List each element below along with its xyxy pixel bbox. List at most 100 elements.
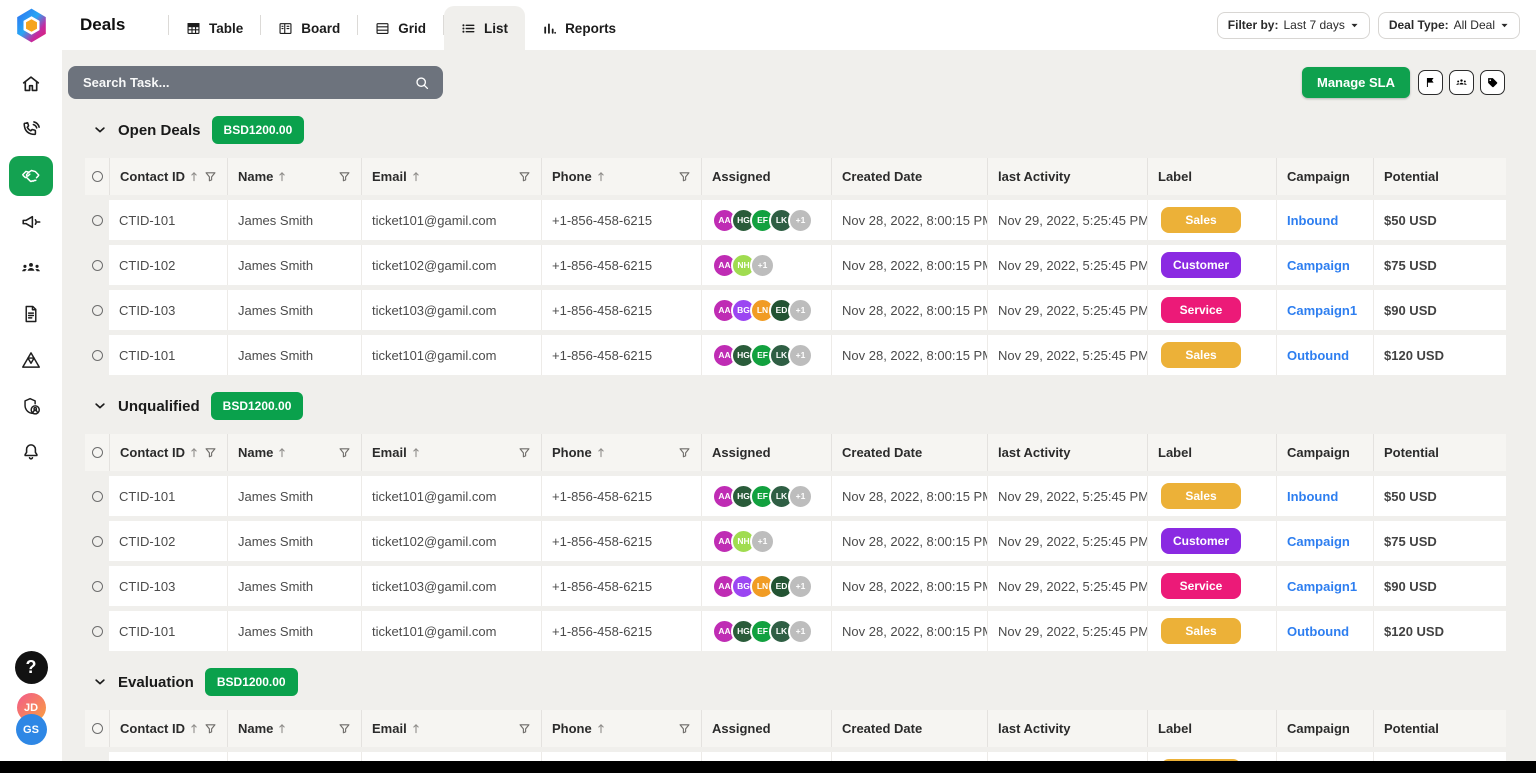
label-chip[interactable]: Customer — [1161, 528, 1241, 554]
table-row[interactable]: CTID-101James Smithticket101@gamil.com+1… — [85, 752, 1506, 761]
sidebar-item-deals[interactable] — [9, 156, 53, 196]
select-all-radio[interactable] — [92, 723, 103, 734]
campaign-link[interactable]: Inbound — [1287, 213, 1338, 228]
campaign-link[interactable]: Inbound — [1287, 489, 1338, 504]
table-row[interactable]: CTID-102James Smithticket102@gamil.com+1… — [85, 521, 1506, 561]
sort-asc-icon[interactable] — [596, 170, 606, 183]
sort-asc-icon[interactable] — [411, 446, 421, 459]
contact-id-cell: CTID-101 — [109, 611, 227, 651]
row-radio[interactable] — [92, 305, 103, 316]
sort-asc-icon[interactable] — [189, 170, 199, 183]
filter-icon[interactable] — [678, 170, 691, 183]
sort-asc-icon[interactable] — [411, 722, 421, 735]
filter-icon[interactable] — [338, 722, 351, 735]
row-radio[interactable] — [92, 626, 103, 637]
label-chip[interactable]: Sales — [1161, 483, 1241, 509]
chevron-down-icon[interactable] — [93, 399, 107, 413]
sort-asc-icon[interactable] — [277, 722, 287, 735]
tab-grid[interactable]: Grid — [358, 6, 443, 50]
filter-icon[interactable] — [518, 446, 531, 459]
campaign-link[interactable]: Campaign — [1287, 534, 1350, 549]
campaign-link[interactable]: Campaign1 — [1287, 303, 1357, 318]
sort-asc-icon[interactable] — [277, 170, 287, 183]
tab-board[interactable]: Board — [261, 6, 357, 50]
table-row[interactable]: CTID-102James Smithticket102@gamil.com+1… — [85, 245, 1506, 285]
tag-button[interactable] — [1480, 70, 1505, 95]
avatar-chip[interactable]: +1 — [788, 484, 813, 509]
sidebar-item-team[interactable] — [9, 248, 53, 288]
user-avatar-gs[interactable]: GS — [16, 714, 47, 745]
sidebar-item-documents[interactable] — [9, 294, 53, 334]
filter-icon[interactable] — [204, 170, 217, 183]
row-radio[interactable] — [92, 215, 103, 226]
sort-asc-icon[interactable] — [189, 722, 199, 735]
tab-reports[interactable]: Reports — [525, 6, 633, 50]
table-row[interactable]: CTID-101James Smithticket101@gamil.com+1… — [85, 476, 1506, 516]
row-radio[interactable] — [92, 536, 103, 547]
row-radio[interactable] — [92, 581, 103, 592]
sort-asc-icon[interactable] — [277, 446, 287, 459]
avatar-chip[interactable]: +1 — [788, 298, 813, 323]
avatar-chip[interactable]: +1 — [788, 574, 813, 599]
sidebar-item-announcements[interactable] — [9, 202, 53, 242]
topbar-filters: Filter by:Last 7 days Deal Type:All Deal — [1217, 12, 1536, 39]
row-radio[interactable] — [92, 491, 103, 502]
avatar-chip[interactable]: +1 — [750, 253, 775, 278]
sidebar-item-notifications[interactable] — [9, 432, 53, 472]
campaign-link[interactable]: Outbound — [1287, 624, 1349, 639]
tab-list[interactable]: List — [444, 6, 525, 50]
avatar-chip[interactable]: +1 — [750, 529, 775, 554]
filter-icon[interactable] — [518, 170, 531, 183]
app-logo[interactable] — [13, 0, 50, 50]
potential-cell: $120 USD — [1373, 611, 1506, 651]
table-row[interactable]: CTID-101James Smithticket101@gamil.com+1… — [85, 200, 1506, 240]
avatar-chip[interactable]: +1 — [788, 343, 813, 368]
select-all-radio[interactable] — [92, 447, 103, 458]
avatar-chip[interactable]: +1 — [788, 208, 813, 233]
sort-asc-icon[interactable] — [596, 722, 606, 735]
row-radio[interactable] — [92, 350, 103, 361]
row-radio[interactable] — [92, 260, 103, 271]
filter-icon[interactable] — [678, 722, 691, 735]
sort-asc-icon[interactable] — [189, 446, 199, 459]
label-cell: Customer — [1147, 521, 1276, 561]
label-chip[interactable]: Sales — [1161, 342, 1241, 368]
campaign-link[interactable]: Campaign — [1287, 258, 1350, 273]
users-button[interactable] — [1449, 70, 1474, 95]
label-chip[interactable]: Sales — [1161, 618, 1241, 644]
filter-icon[interactable] — [204, 446, 217, 459]
tab-table[interactable]: Table — [169, 6, 260, 50]
filter-by-dropdown[interactable]: Filter by:Last 7 days — [1217, 12, 1370, 39]
table-row[interactable]: CTID-101James Smithticket101@gamil.com+1… — [85, 335, 1506, 375]
table-row[interactable]: CTID-103James Smithticket103@gamil.com+1… — [85, 290, 1506, 330]
campaign-link[interactable]: Outbound — [1287, 348, 1349, 363]
label-chip[interactable]: Customer — [1161, 252, 1241, 278]
chevron-down-icon[interactable] — [93, 123, 107, 137]
manage-sla-button[interactable]: Manage SLA — [1302, 67, 1410, 98]
deal-type-dropdown[interactable]: Deal Type:All Deal — [1378, 12, 1520, 39]
sort-asc-icon[interactable] — [411, 170, 421, 183]
label-chip[interactable]: Service — [1161, 297, 1241, 323]
help-button[interactable]: ? — [15, 651, 48, 684]
sidebar-item-security[interactable] — [9, 386, 53, 426]
sidebar-item-calls[interactable] — [9, 110, 53, 150]
search-input[interactable] — [81, 74, 414, 91]
table-row[interactable]: CTID-103James Smithticket103@gamil.com+1… — [85, 566, 1506, 606]
flag-button[interactable] — [1418, 70, 1443, 95]
avatar-chip[interactable]: +1 — [788, 619, 813, 644]
filter-icon[interactable] — [678, 446, 691, 459]
table-row[interactable]: CTID-101James Smithticket101@gamil.com+1… — [85, 611, 1506, 651]
chevron-down-icon[interactable] — [93, 675, 107, 689]
filter-icon[interactable] — [338, 170, 351, 183]
label-chip[interactable]: Service — [1161, 573, 1241, 599]
campaign-link[interactable]: Campaign1 — [1287, 579, 1357, 594]
search-icon[interactable] — [414, 75, 430, 91]
label-chip[interactable]: Sales — [1161, 207, 1241, 233]
filter-icon[interactable] — [338, 446, 351, 459]
sort-asc-icon[interactable] — [596, 446, 606, 459]
sidebar-item-home[interactable] — [9, 64, 53, 104]
sidebar-item-drive[interactable] — [9, 340, 53, 380]
select-all-radio[interactable] — [92, 171, 103, 182]
filter-icon[interactable] — [204, 722, 217, 735]
filter-icon[interactable] — [518, 722, 531, 735]
